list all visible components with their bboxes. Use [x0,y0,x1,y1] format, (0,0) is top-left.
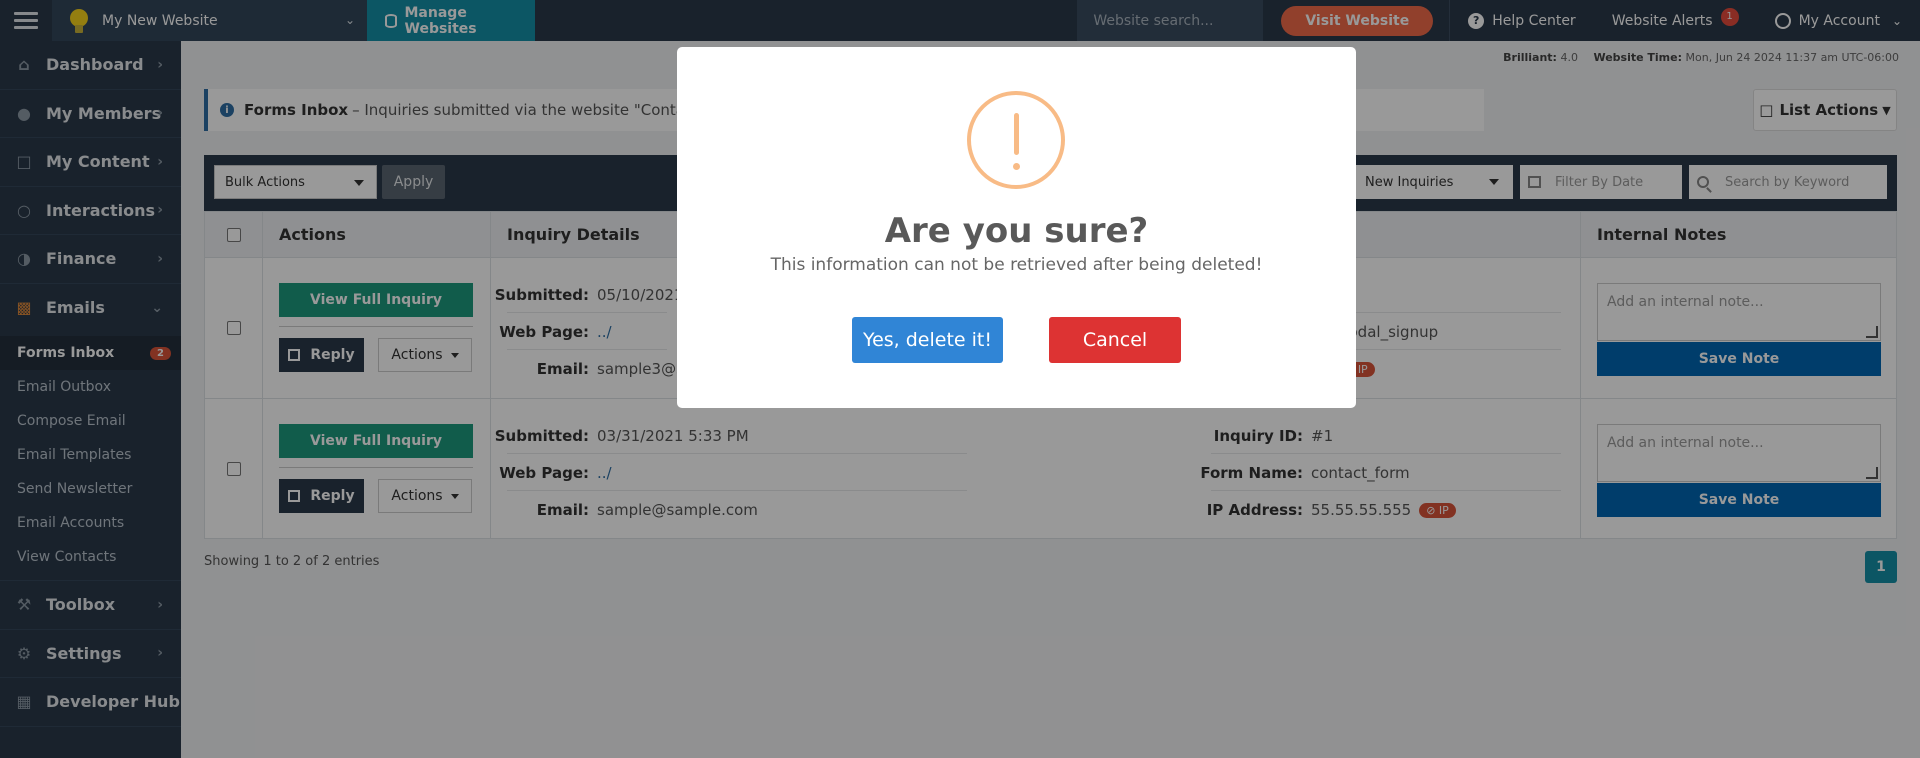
dialog-title: Are you sure? [884,211,1149,251]
confirm-delete-button[interactable]: Yes, delete it! [852,317,1003,363]
cancel-button[interactable]: Cancel [1049,317,1181,363]
warning-icon [967,91,1065,189]
confirm-delete-dialog: Are you sure? This information can not b… [677,47,1356,408]
modal-overlay[interactable]: Are you sure? This information can not b… [0,0,1920,758]
dialog-message: This information can not be retrieved af… [770,255,1263,275]
